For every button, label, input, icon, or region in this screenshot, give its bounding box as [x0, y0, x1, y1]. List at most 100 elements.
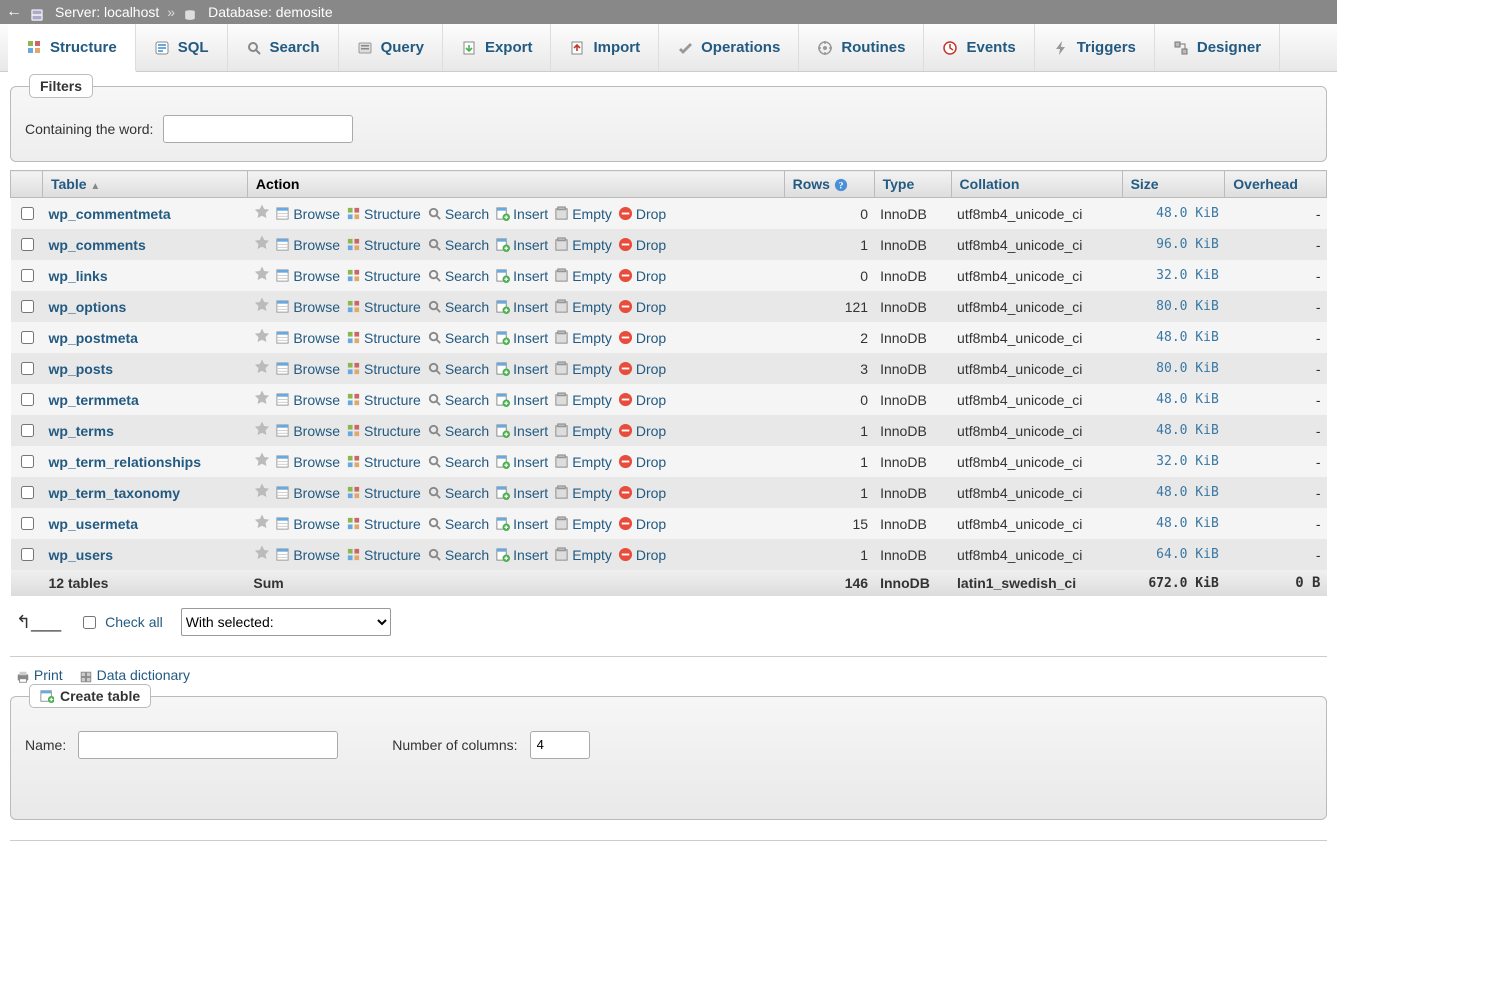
header-table[interactable]: Table ▲ [43, 171, 248, 198]
empty-link[interactable]: Empty [554, 330, 612, 346]
star-icon[interactable] [253, 513, 271, 531]
size-cell[interactable]: 32.0 KiB [1122, 446, 1225, 477]
containing-word-input[interactable] [163, 115, 353, 143]
browse-link[interactable]: Browse [275, 268, 340, 284]
insert-link[interactable]: Insert [495, 361, 548, 377]
insert-link[interactable]: Insert [495, 392, 548, 408]
tab-designer[interactable]: Designer [1155, 24, 1280, 71]
size-cell[interactable]: 48.0 KiB [1122, 415, 1225, 446]
table-name-link[interactable]: wp_links [49, 268, 108, 284]
search-link[interactable]: Search [427, 361, 489, 377]
table-name-link[interactable]: wp_options [49, 299, 127, 315]
browse-link[interactable]: Browse [275, 454, 340, 470]
row-checkbox[interactable] [21, 362, 34, 375]
size-cell[interactable]: 48.0 KiB [1122, 322, 1225, 353]
search-link[interactable]: Search [427, 516, 489, 532]
empty-link[interactable]: Empty [554, 454, 612, 470]
table-name-link[interactable]: wp_posts [49, 361, 114, 377]
header-rows[interactable]: Rows ? [784, 171, 874, 198]
breadcrumb-database[interactable]: Database: demosite [208, 0, 333, 24]
size-cell[interactable]: 48.0 KiB [1122, 477, 1225, 508]
row-checkbox[interactable] [21, 486, 34, 499]
size-cell[interactable]: 80.0 KiB [1122, 291, 1225, 322]
empty-link[interactable]: Empty [554, 547, 612, 563]
tab-search[interactable]: Search [228, 24, 339, 71]
insert-link[interactable]: Insert [495, 330, 548, 346]
tab-query[interactable]: Query [339, 24, 443, 71]
browse-link[interactable]: Browse [275, 206, 340, 222]
search-link[interactable]: Search [427, 423, 489, 439]
tab-sql[interactable]: SQL [136, 24, 228, 71]
star-icon[interactable] [253, 451, 271, 469]
search-link[interactable]: Search [427, 206, 489, 222]
empty-link[interactable]: Empty [554, 516, 612, 532]
header-type[interactable]: Type [874, 171, 951, 198]
star-icon[interactable] [253, 234, 271, 252]
empty-link[interactable]: Empty [554, 485, 612, 501]
empty-link[interactable]: Empty [554, 299, 612, 315]
empty-link[interactable]: Empty [554, 392, 612, 408]
empty-link[interactable]: Empty [554, 237, 612, 253]
search-link[interactable]: Search [427, 547, 489, 563]
browse-link[interactable]: Browse [275, 547, 340, 563]
tab-operations[interactable]: Operations [659, 24, 799, 71]
table-name-link[interactable]: wp_postmeta [49, 330, 138, 346]
row-checkbox[interactable] [21, 238, 34, 251]
create-name-input[interactable] [78, 731, 338, 759]
insert-link[interactable]: Insert [495, 299, 548, 315]
browse-link[interactable]: Browse [275, 423, 340, 439]
check-all-link[interactable]: Check all [105, 614, 163, 630]
row-checkbox[interactable] [21, 455, 34, 468]
table-name-link[interactable]: wp_commentmeta [49, 206, 171, 222]
table-name-link[interactable]: wp_term_relationships [49, 454, 202, 470]
tab-events[interactable]: Events [924, 24, 1034, 71]
tab-import[interactable]: Import [551, 24, 659, 71]
browse-link[interactable]: Browse [275, 361, 340, 377]
print-link[interactable]: Print [16, 667, 63, 683]
drop-link[interactable]: Drop [618, 516, 666, 532]
star-icon[interactable] [253, 358, 271, 376]
size-cell[interactable]: 48.0 KiB [1122, 198, 1225, 230]
check-all-checkbox[interactable] [83, 616, 96, 629]
with-selected-dropdown[interactable]: With selected: [181, 608, 391, 636]
header-overhead[interactable]: Overhead [1225, 171, 1327, 198]
insert-link[interactable]: Insert [495, 423, 548, 439]
insert-link[interactable]: Insert [495, 237, 548, 253]
structure-link[interactable]: Structure [346, 485, 421, 501]
structure-link[interactable]: Structure [346, 423, 421, 439]
star-icon[interactable] [253, 203, 271, 221]
insert-link[interactable]: Insert [495, 485, 548, 501]
table-name-link[interactable]: wp_users [49, 547, 114, 563]
header-size[interactable]: Size [1122, 171, 1225, 198]
star-icon[interactable] [253, 544, 271, 562]
row-checkbox[interactable] [21, 393, 34, 406]
browse-link[interactable]: Browse [275, 299, 340, 315]
star-icon[interactable] [253, 327, 271, 345]
search-link[interactable]: Search [427, 330, 489, 346]
size-cell[interactable]: 48.0 KiB [1122, 384, 1225, 415]
tab-structure[interactable]: Structure [8, 24, 136, 72]
tab-triggers[interactable]: Triggers [1035, 24, 1155, 71]
row-checkbox[interactable] [21, 207, 34, 220]
table-name-link[interactable]: wp_term_taxonomy [49, 485, 180, 501]
drop-link[interactable]: Drop [618, 423, 666, 439]
structure-link[interactable]: Structure [346, 516, 421, 532]
browse-link[interactable]: Browse [275, 516, 340, 532]
search-link[interactable]: Search [427, 454, 489, 470]
structure-link[interactable]: Structure [346, 547, 421, 563]
search-link[interactable]: Search [427, 268, 489, 284]
data-dictionary-link[interactable]: Data dictionary [79, 667, 190, 683]
search-link[interactable]: Search [427, 237, 489, 253]
structure-link[interactable]: Structure [346, 206, 421, 222]
drop-link[interactable]: Drop [618, 206, 666, 222]
empty-link[interactable]: Empty [554, 423, 612, 439]
size-cell[interactable]: 32.0 KiB [1122, 260, 1225, 291]
back-arrow-icon[interactable]: ← [6, 0, 22, 24]
size-cell[interactable]: 48.0 KiB [1122, 508, 1225, 539]
browse-link[interactable]: Browse [275, 485, 340, 501]
drop-link[interactable]: Drop [618, 299, 666, 315]
header-collation[interactable]: Collation [951, 171, 1122, 198]
drop-link[interactable]: Drop [618, 547, 666, 563]
browse-link[interactable]: Browse [275, 392, 340, 408]
insert-link[interactable]: Insert [495, 516, 548, 532]
